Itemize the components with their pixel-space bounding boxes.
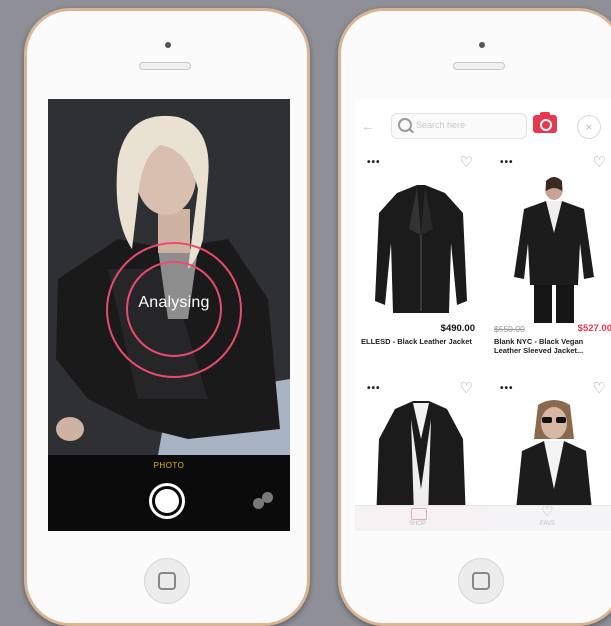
tab-shop-label: SHOP bbox=[409, 521, 427, 527]
shutter-button[interactable] bbox=[149, 483, 185, 519]
heart-icon[interactable]: ♡ bbox=[541, 503, 554, 520]
search-row: ← Search here × bbox=[355, 109, 611, 143]
product-name[interactable]: Blank NYC - Black Vegan Leather Sleeved … bbox=[494, 337, 610, 355]
product-original-price: $550.00 bbox=[494, 324, 525, 334]
home-button[interactable] bbox=[458, 558, 504, 604]
more-options-icon[interactable]: ••• bbox=[367, 383, 381, 394]
search-input[interactable]: Search here bbox=[391, 113, 556, 139]
shutter-inner bbox=[155, 489, 179, 513]
home-square-icon bbox=[158, 572, 176, 590]
product-name[interactable]: ELLESD - Black Leather Jacket bbox=[361, 337, 477, 346]
heart-icon[interactable]: ♡ bbox=[460, 379, 473, 397]
heart-icon[interactable]: ♡ bbox=[593, 153, 606, 171]
camera-screen: Analysing PHOTO bbox=[48, 99, 290, 531]
earpiece-speaker bbox=[453, 62, 505, 70]
filters-icon[interactable] bbox=[253, 492, 275, 510]
product-grid: ••• ♡ $490.00 ELLESD - Black Leather Jac… bbox=[355, 151, 611, 531]
product-image bbox=[514, 177, 594, 323]
search-placeholder: Search here bbox=[416, 120, 466, 130]
camera-search-button[interactable] bbox=[533, 112, 557, 133]
bottom-tab-bar: SHOP ♡ FAVS bbox=[355, 503, 611, 531]
earpiece-speaker bbox=[139, 62, 191, 70]
home-button[interactable] bbox=[144, 558, 190, 604]
front-camera-dot bbox=[165, 42, 171, 48]
search-icon bbox=[398, 118, 412, 132]
more-options-icon[interactable]: ••• bbox=[500, 157, 514, 168]
product-card[interactable]: ••• ♡ $490.00 ELLESD - Black Leather Jac… bbox=[355, 151, 483, 371]
more-options-icon[interactable]: ••• bbox=[500, 383, 514, 394]
tab-favs-label[interactable]: FAVS bbox=[540, 521, 555, 527]
product-card[interactable]: ••• ♡ $550.00 $527.00 Blank NYC - Black … bbox=[488, 151, 611, 371]
heart-icon[interactable]: ♡ bbox=[460, 153, 473, 171]
phone-camera: Analysing PHOTO bbox=[24, 8, 310, 626]
product-sale-price: $527.00 bbox=[577, 323, 611, 334]
home-square-icon bbox=[472, 572, 490, 590]
analysing-status: Analysing bbox=[138, 294, 210, 311]
shop-icon bbox=[411, 508, 427, 520]
back-arrow-icon[interactable]: ← bbox=[361, 118, 375, 134]
phone-shop: ← Search here × ••• ♡ $490.00 ELLESD - B… bbox=[338, 8, 611, 626]
camera-mode-label[interactable]: PHOTO bbox=[48, 461, 290, 470]
close-icon[interactable]: × bbox=[577, 115, 601, 139]
camera-viewfinder-photo: Analysing bbox=[48, 99, 290, 455]
more-options-icon[interactable]: ••• bbox=[367, 157, 381, 168]
tab-shop[interactable]: SHOP bbox=[355, 506, 486, 531]
front-camera-dot bbox=[479, 42, 485, 48]
shop-screen: ← Search here × ••• ♡ $490.00 ELLESD - B… bbox=[355, 99, 611, 531]
product-image bbox=[375, 185, 467, 313]
heart-icon[interactable]: ♡ bbox=[593, 379, 606, 397]
product-price: $490.00 bbox=[440, 323, 475, 334]
